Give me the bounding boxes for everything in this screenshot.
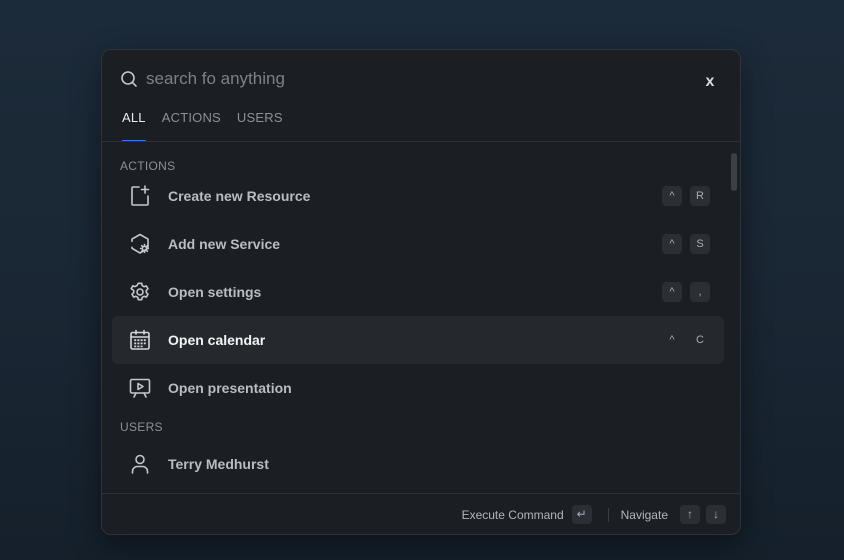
action-label: Open calendar: [168, 332, 266, 348]
footer-hints: Execute Command ↵ Navigate ↑ ↓: [462, 505, 726, 524]
footer-divider: [607, 507, 609, 522]
tab-bar: ALL ACTIONS USERS: [122, 108, 283, 142]
enter-key-icon: ↵: [571, 505, 592, 524]
shortcut-keys: ^ S: [662, 234, 710, 254]
action-open-presentation[interactable]: Open presentation: [112, 364, 724, 412]
shortcut-key: R: [690, 186, 710, 206]
results-list: ACTIONS Create new Resource ^ R Add new …: [102, 142, 740, 494]
shortcut-keys: ^ ,: [662, 282, 710, 302]
shortcut-key: C: [696, 334, 704, 346]
section-header-users: USERS: [120, 420, 163, 434]
hexagon-gear-icon: [131, 233, 150, 254]
shortcut-keys: ^ R: [662, 186, 710, 206]
action-open-settings[interactable]: Open settings ^ ,: [112, 268, 724, 316]
shortcut-key: ,: [690, 282, 710, 302]
search-bar: x: [102, 50, 740, 108]
footer: Execute Command ↵ Navigate ↑ ↓: [102, 493, 740, 534]
search-input[interactable]: [146, 66, 686, 92]
action-label: Open presentation: [168, 380, 292, 396]
arrow-up-icon: ↑: [680, 505, 700, 524]
execute-command-label: Execute Command: [461, 507, 564, 522]
navigate-label: Navigate: [620, 507, 668, 522]
shortcut-key: S: [690, 234, 710, 254]
user-icon: [131, 454, 149, 474]
tab-all[interactable]: ALL: [122, 108, 146, 142]
action-label: Open settings: [168, 284, 262, 300]
search-icon: [121, 71, 137, 87]
calendar-icon: [130, 329, 150, 350]
scrollbar-thumb[interactable]: [731, 153, 737, 191]
action-create-resource[interactable]: Create new Resource ^ R: [112, 172, 724, 220]
close-button[interactable]: x: [702, 72, 718, 92]
shortcut-key: ^: [662, 282, 682, 302]
action-label: Add new Service: [168, 236, 281, 252]
file-plus-icon: [131, 185, 150, 206]
tab-users[interactable]: USERS: [237, 108, 283, 142]
arrow-down-icon: ↓: [706, 505, 726, 524]
action-label: Create new Resource: [168, 188, 311, 204]
action-add-service[interactable]: Add new Service ^ S: [112, 220, 724, 268]
section-header-actions: ACTIONS: [120, 159, 176, 173]
action-open-calendar[interactable]: Open calendar ^ C: [112, 316, 724, 364]
tab-actions[interactable]: ACTIONS: [162, 108, 221, 142]
gear-icon: [130, 282, 149, 301]
user-terry-medhurst[interactable]: Terry Medhurst: [112, 440, 724, 488]
user-label: Terry Medhurst: [168, 456, 269, 472]
command-palette: x ALL ACTIONS USERS ACTIONS Create new R…: [101, 49, 741, 535]
presentation-icon: [129, 378, 151, 398]
shortcut-key: ^: [669, 334, 675, 346]
shortcut-key: ^: [662, 186, 682, 206]
shortcut-keys: ^ C: [662, 330, 710, 350]
shortcut-key: ^: [662, 234, 682, 254]
